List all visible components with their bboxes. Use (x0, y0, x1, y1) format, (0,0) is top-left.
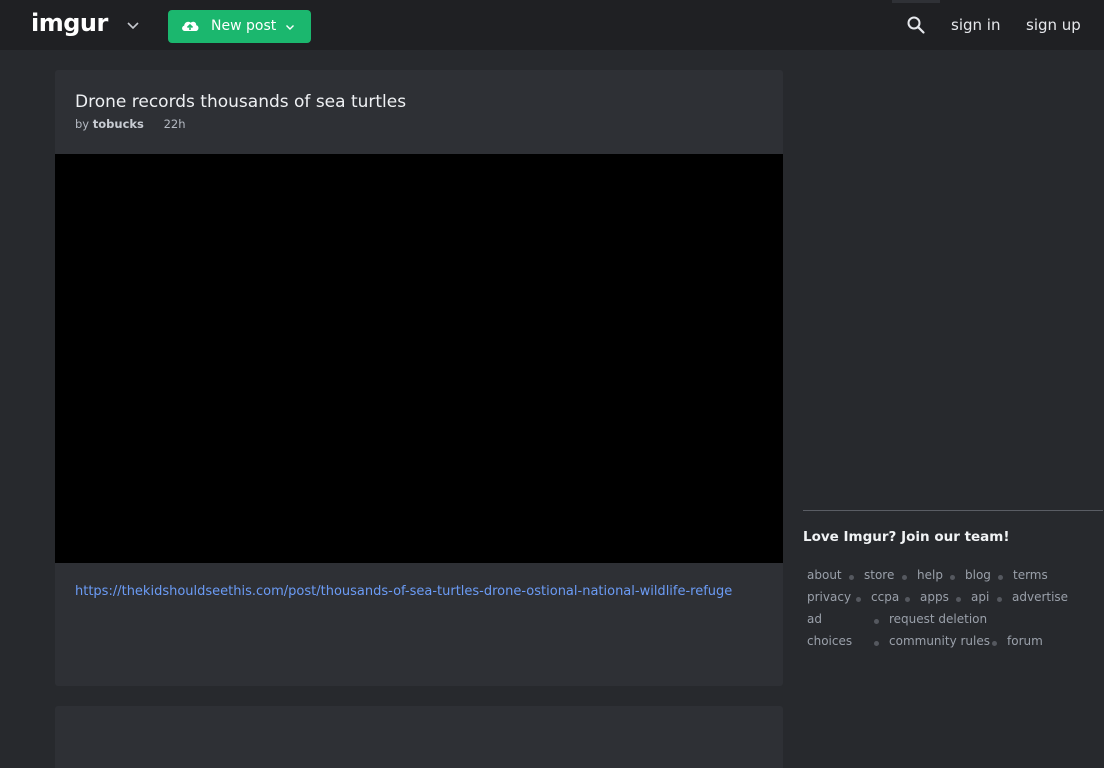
footer-link-store[interactable]: store (864, 568, 894, 582)
separator-dot (998, 575, 1003, 580)
post-time: 22h (163, 117, 186, 131)
footer-link-privacy[interactable]: privacy (807, 590, 851, 604)
separator-dot (997, 597, 1002, 602)
separator-dot (905, 597, 910, 602)
imgur-logo[interactable]: imgur (31, 9, 108, 37)
top-navigation-bar: imgur New post sign in sign up (0, 0, 1104, 50)
new-post-chevron-icon[interactable] (284, 21, 296, 33)
separator-dot (956, 597, 961, 602)
sign-up-link[interactable]: sign up (1026, 16, 1081, 34)
separator-dot (902, 575, 907, 580)
post-title: Drone records thousands of sea turtles (75, 92, 407, 112)
separator-dot (874, 619, 879, 624)
join-team-link[interactable]: Love Imgur? Join our team! (803, 529, 1010, 545)
video-player[interactable] (55, 154, 783, 563)
search-tab-indicator (892, 0, 940, 3)
post-meta: by tobucks 22h (75, 117, 185, 131)
separator-dot (950, 575, 955, 580)
chevron-down-icon[interactable] (124, 16, 142, 34)
search-icon[interactable] (906, 15, 926, 35)
cloud-upload-icon (182, 21, 199, 31)
footer-link-ad-choices-line1[interactable]: ad (807, 612, 822, 626)
footer-link-terms[interactable]: terms (1013, 568, 1048, 582)
footer-link-ad-choices-line2[interactable]: choices (807, 634, 852, 648)
post-description-link[interactable]: https://thekidshouldseethis.com/post/tho… (75, 584, 732, 599)
footer-link-blog[interactable]: blog (965, 568, 991, 582)
author-link[interactable]: tobucks (93, 117, 144, 131)
separator-dot (856, 597, 861, 602)
sidebar-divider (803, 510, 1103, 511)
next-post-card (55, 706, 783, 768)
footer-link-forum[interactable]: forum (1007, 634, 1043, 648)
post-card: Drone records thousands of sea turtles b… (55, 70, 783, 686)
separator-dot (849, 575, 854, 580)
sign-in-link[interactable]: sign in (951, 16, 1000, 34)
by-label: by (75, 117, 90, 131)
new-post-label: New post (211, 18, 277, 34)
footer-link-api[interactable]: api (971, 590, 989, 604)
separator-dot (992, 641, 997, 646)
new-post-button[interactable]: New post (168, 10, 311, 43)
footer-link-ccpa[interactable]: ccpa (871, 590, 899, 604)
footer-link-advertise[interactable]: advertise (1012, 590, 1068, 604)
footer-link-apps[interactable]: apps (920, 590, 949, 604)
footer-link-about[interactable]: about (807, 568, 842, 582)
footer-link-request-deletion[interactable]: request deletion (889, 612, 987, 626)
separator-dot (874, 641, 879, 646)
footer-link-help[interactable]: help (917, 568, 943, 582)
footer-link-community-rules[interactable]: community rules (889, 634, 990, 648)
